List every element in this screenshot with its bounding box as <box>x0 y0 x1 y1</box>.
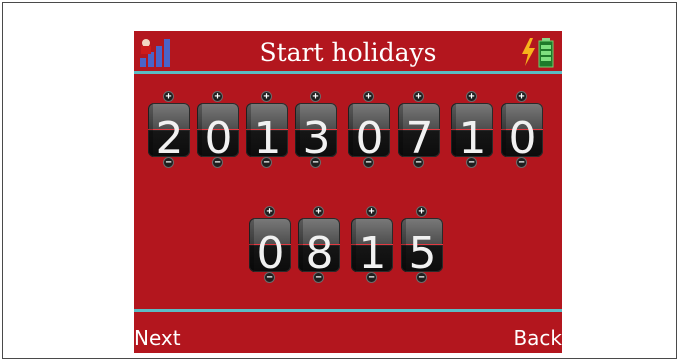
digit-tile: 1 <box>246 103 288 157</box>
digit-tile: 1 <box>351 218 393 272</box>
increment-button[interactable]: + <box>313 206 324 217</box>
decrement-button[interactable]: − <box>212 157 223 168</box>
increment-button[interactable]: + <box>413 91 424 102</box>
next-softkey[interactable]: Next <box>134 323 181 353</box>
digit-value: 7 <box>405 113 434 157</box>
time-digit: +1− <box>350 206 394 283</box>
digit-value: 2 <box>155 113 184 157</box>
date-digit: +1− <box>245 91 289 168</box>
footer-separator <box>134 309 562 312</box>
digit-value: 8 <box>305 228 334 272</box>
battery-charging-icon <box>522 38 554 68</box>
date-digit: +7− <box>397 91 441 168</box>
digit-value: 5 <box>408 228 437 272</box>
digit-value: 1 <box>358 228 387 272</box>
increment-button[interactable]: + <box>416 206 427 217</box>
digit-tile: 3 <box>295 103 337 157</box>
device-frame: Start holidays +2− +0− +1− +3− +0− +7− +1− +0− … <box>2 2 677 359</box>
phone-screen: Start holidays +2− +0− +1− +3− +0− +7− +1− +0− … <box>134 31 562 353</box>
increment-button[interactable]: + <box>516 91 527 102</box>
decrement-button[interactable]: − <box>413 157 424 168</box>
digit-value: 0 <box>508 113 537 157</box>
header-separator <box>134 71 562 74</box>
time-digit: +5− <box>400 206 444 283</box>
digit-tile: 0 <box>197 103 239 157</box>
time-digit: +0− <box>248 206 292 283</box>
increment-button[interactable]: + <box>264 206 275 217</box>
decrement-button[interactable]: − <box>366 272 377 283</box>
decrement-button[interactable]: − <box>261 157 272 168</box>
increment-button[interactable]: + <box>212 91 223 102</box>
increment-button[interactable]: + <box>466 91 477 102</box>
digit-value: 0 <box>204 113 233 157</box>
increment-button[interactable]: + <box>261 91 272 102</box>
digit-tile: 8 <box>298 218 340 272</box>
date-digit: +0− <box>196 91 240 168</box>
increment-button[interactable]: + <box>366 206 377 217</box>
digit-value: 1 <box>458 113 487 157</box>
increment-button[interactable]: + <box>363 91 374 102</box>
decrement-button[interactable]: − <box>516 157 527 168</box>
decrement-button[interactable]: − <box>310 157 321 168</box>
increment-button[interactable]: + <box>163 91 174 102</box>
digit-tile: 5 <box>401 218 443 272</box>
date-digit: +0− <box>347 91 391 168</box>
digit-tile: 0 <box>501 103 543 157</box>
digit-tile: 7 <box>398 103 440 157</box>
digit-tile: 0 <box>348 103 390 157</box>
increment-button[interactable]: + <box>310 91 321 102</box>
back-softkey[interactable]: Back <box>513 323 562 353</box>
date-digit: +2− <box>147 91 191 168</box>
digit-tile: 0 <box>249 218 291 272</box>
digit-value: 0 <box>256 228 285 272</box>
decrement-button[interactable]: − <box>416 272 427 283</box>
date-digit: +3− <box>294 91 338 168</box>
digit-value: 1 <box>253 113 282 157</box>
digit-tile: 1 <box>451 103 493 157</box>
decrement-button[interactable]: − <box>363 157 374 168</box>
date-digit: +0− <box>500 91 544 168</box>
screen-title: Start holidays <box>259 38 437 67</box>
decrement-button[interactable]: − <box>163 157 174 168</box>
decrement-button[interactable]: − <box>264 272 275 283</box>
date-digit: +1− <box>450 91 494 168</box>
decrement-button[interactable]: − <box>466 157 477 168</box>
digit-value: 3 <box>302 113 331 157</box>
digit-tile: 2 <box>148 103 190 157</box>
time-digit: +8− <box>297 206 341 283</box>
digit-value: 0 <box>355 113 384 157</box>
decrement-button[interactable]: − <box>313 272 324 283</box>
